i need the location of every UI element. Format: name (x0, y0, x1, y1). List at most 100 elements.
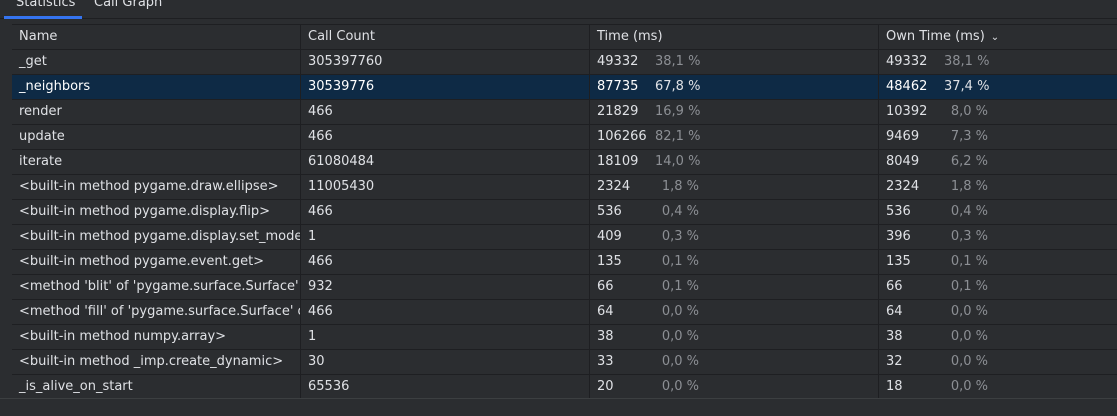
time-percent: 0,0 % (661, 379, 699, 394)
cell-call-count: 305397760 (301, 50, 590, 74)
function-name: iterate (19, 154, 63, 169)
cell-name: <built-in method _imp.create_dynamic> (12, 350, 301, 374)
cell-name: <method 'blit' of 'pygame.surface.Surfac… (12, 275, 301, 299)
own-time-percent: 38,1 % (944, 54, 990, 69)
call-count-value: 61080484 (308, 154, 375, 169)
function-name: _neighbors (19, 79, 91, 94)
cell-time: 66 0,1 % (590, 275, 879, 299)
own-time-value: 2324 (886, 179, 920, 194)
cell-name: <method 'fill' of 'pygame.surface.Surfac… (12, 300, 301, 324)
cell-name: <built-in method pygame.event.get> (12, 250, 301, 274)
call-count-value: 466 (308, 104, 333, 119)
table-row[interactable]: iterate 61080484 18109 14,0 % 8049 6,2 % (12, 150, 1117, 175)
time-value: 106266 (597, 129, 647, 144)
time-value: 409 (597, 229, 622, 244)
own-time-value: 135 (886, 254, 911, 269)
column-header-name[interactable]: Name (12, 25, 301, 49)
time-percent: 0,4 % (661, 204, 699, 219)
own-time-percent: 0,4 % (950, 204, 988, 219)
tab-statistics[interactable]: Statistics (4, 0, 82, 19)
time-value: 2324 (597, 179, 631, 194)
column-header-label: Own Time (ms) (886, 29, 985, 44)
time-value: 20 (597, 379, 614, 394)
table-row[interactable]: <built-in method _imp.create_dynamic> 30 3… (12, 350, 1117, 375)
time-percent: 38,1 % (655, 54, 701, 69)
call-count-value: 466 (308, 204, 333, 219)
time-value: 33 (597, 354, 614, 369)
own-time-percent: 8,0 % (950, 104, 988, 119)
table-row[interactable]: <built-in method pygame.display.flip> 466… (12, 200, 1117, 225)
table-row[interactable]: render 466 21829 16,9 % 10392 8,0 % (12, 100, 1117, 125)
cell-own-time: 8049 6,2 % (879, 150, 1117, 174)
time-value: 18109 (597, 154, 639, 169)
own-time-percent: 37,4 % (944, 79, 990, 94)
own-time-value: 10392 (886, 104, 928, 119)
table-row[interactable]: <built-in method pygame.event.get> 466 135… (12, 250, 1117, 275)
call-count-value: 30 (308, 354, 325, 369)
cell-time: 409 0,3 % (590, 225, 879, 249)
time-percent: 0,0 % (661, 304, 699, 319)
cell-own-time: 10392 8,0 % (879, 100, 1117, 124)
table-row[interactable]: <method 'fill' of 'pygame.surface.Surfac… (12, 300, 1117, 325)
own-time-percent: 0,0 % (950, 354, 988, 369)
cell-own-time: 2324 1,8 % (879, 175, 1117, 199)
call-count-value: 932 (308, 279, 333, 294)
call-count-value: 466 (308, 304, 333, 319)
table-row[interactable]: _is_alive_on_start 65536 20 0,0 % 18 0,0 % (12, 375, 1117, 400)
cell-call-count: 466 (301, 100, 590, 124)
cell-own-time: 38 0,0 % (879, 325, 1117, 349)
time-value: 21829 (597, 104, 639, 119)
own-time-percent: 0,1 % (950, 279, 988, 294)
table-header: Name Call Count Time (ms) Own Time (ms) ⌄ (12, 25, 1117, 50)
cell-own-time: 64 0,0 % (879, 300, 1117, 324)
function-name: update (19, 129, 65, 144)
cell-time: 135 0,1 % (590, 250, 879, 274)
tab-call-graph[interactable]: Call Graph (82, 0, 174, 16)
time-percent: 14,0 % (655, 154, 701, 169)
table-row[interactable]: update 466 106266 82,1 % 9469 7,3 % (12, 125, 1117, 150)
column-header-call-count[interactable]: Call Count (301, 25, 590, 49)
table-row[interactable]: <built-in method pygame.draw.ellipse> 110… (12, 175, 1117, 200)
cell-name: iterate (12, 150, 301, 174)
own-time-value: 32 (886, 354, 903, 369)
time-percent: 0,0 % (661, 329, 699, 344)
cell-own-time: 135 0,1 % (879, 250, 1117, 274)
column-header-own-time[interactable]: Own Time (ms) ⌄ (879, 25, 1117, 49)
cell-time: 18109 14,0 % (590, 150, 879, 174)
cell-name: <built-in method pygame.display.flip> (12, 200, 301, 224)
cell-own-time: 396 0,3 % (879, 225, 1117, 249)
cell-name: _get (12, 50, 301, 74)
cell-name: update (12, 125, 301, 149)
cell-call-count: 1 (301, 325, 590, 349)
time-percent: 0,0 % (661, 354, 699, 369)
cell-call-count: 932 (301, 275, 590, 299)
call-count-value: 466 (308, 254, 333, 269)
time-percent: 82,1 % (655, 129, 701, 144)
tab-bar: Statistics Call Graph (0, 0, 1117, 19)
cell-name: <built-in method pygame.draw.ellipse> (12, 175, 301, 199)
own-time-value: 38 (886, 329, 903, 344)
cell-own-time: 536 0,4 % (879, 200, 1117, 224)
table-row[interactable]: <method 'blit' of 'pygame.surface.Surfac… (12, 275, 1117, 300)
function-name: <built-in method pygame.display.flip> (19, 204, 271, 219)
call-count-value: 1 (308, 329, 317, 344)
call-count-value: 466 (308, 129, 333, 144)
table-row[interactable]: <built-in method pygame.display.set_mode… (12, 225, 1117, 250)
table-row[interactable]: _get 305397760 49332 38,1 % 49332 38,1 % (12, 50, 1117, 75)
time-percent: 1,8 % (661, 179, 699, 194)
own-time-percent: 0,3 % (950, 229, 988, 244)
cell-call-count: 466 (301, 300, 590, 324)
cell-own-time: 48462 37,4 % (879, 75, 1117, 99)
cell-own-time: 49332 38,1 % (879, 50, 1117, 74)
statistics-table: Name Call Count Time (ms) Own Time (ms) ⌄… (12, 24, 1117, 400)
own-time-value: 48462 (886, 79, 928, 94)
function-name: <built-in method _imp.create_dynamic> (19, 354, 284, 369)
own-time-percent: 1,8 % (950, 179, 988, 194)
cell-call-count: 466 (301, 250, 590, 274)
table-row[interactable]: _neighbors 30539776 87735 67,8 % 48462 37,4 % (12, 75, 1117, 100)
column-header-time[interactable]: Time (ms) (590, 25, 879, 49)
table-row[interactable]: <built-in method numpy.array> 1 38 0,0 % 38 0… (12, 325, 1117, 350)
function-name: render (19, 104, 62, 119)
call-count-value: 305397760 (308, 54, 383, 69)
own-time-value: 64 (886, 304, 903, 319)
